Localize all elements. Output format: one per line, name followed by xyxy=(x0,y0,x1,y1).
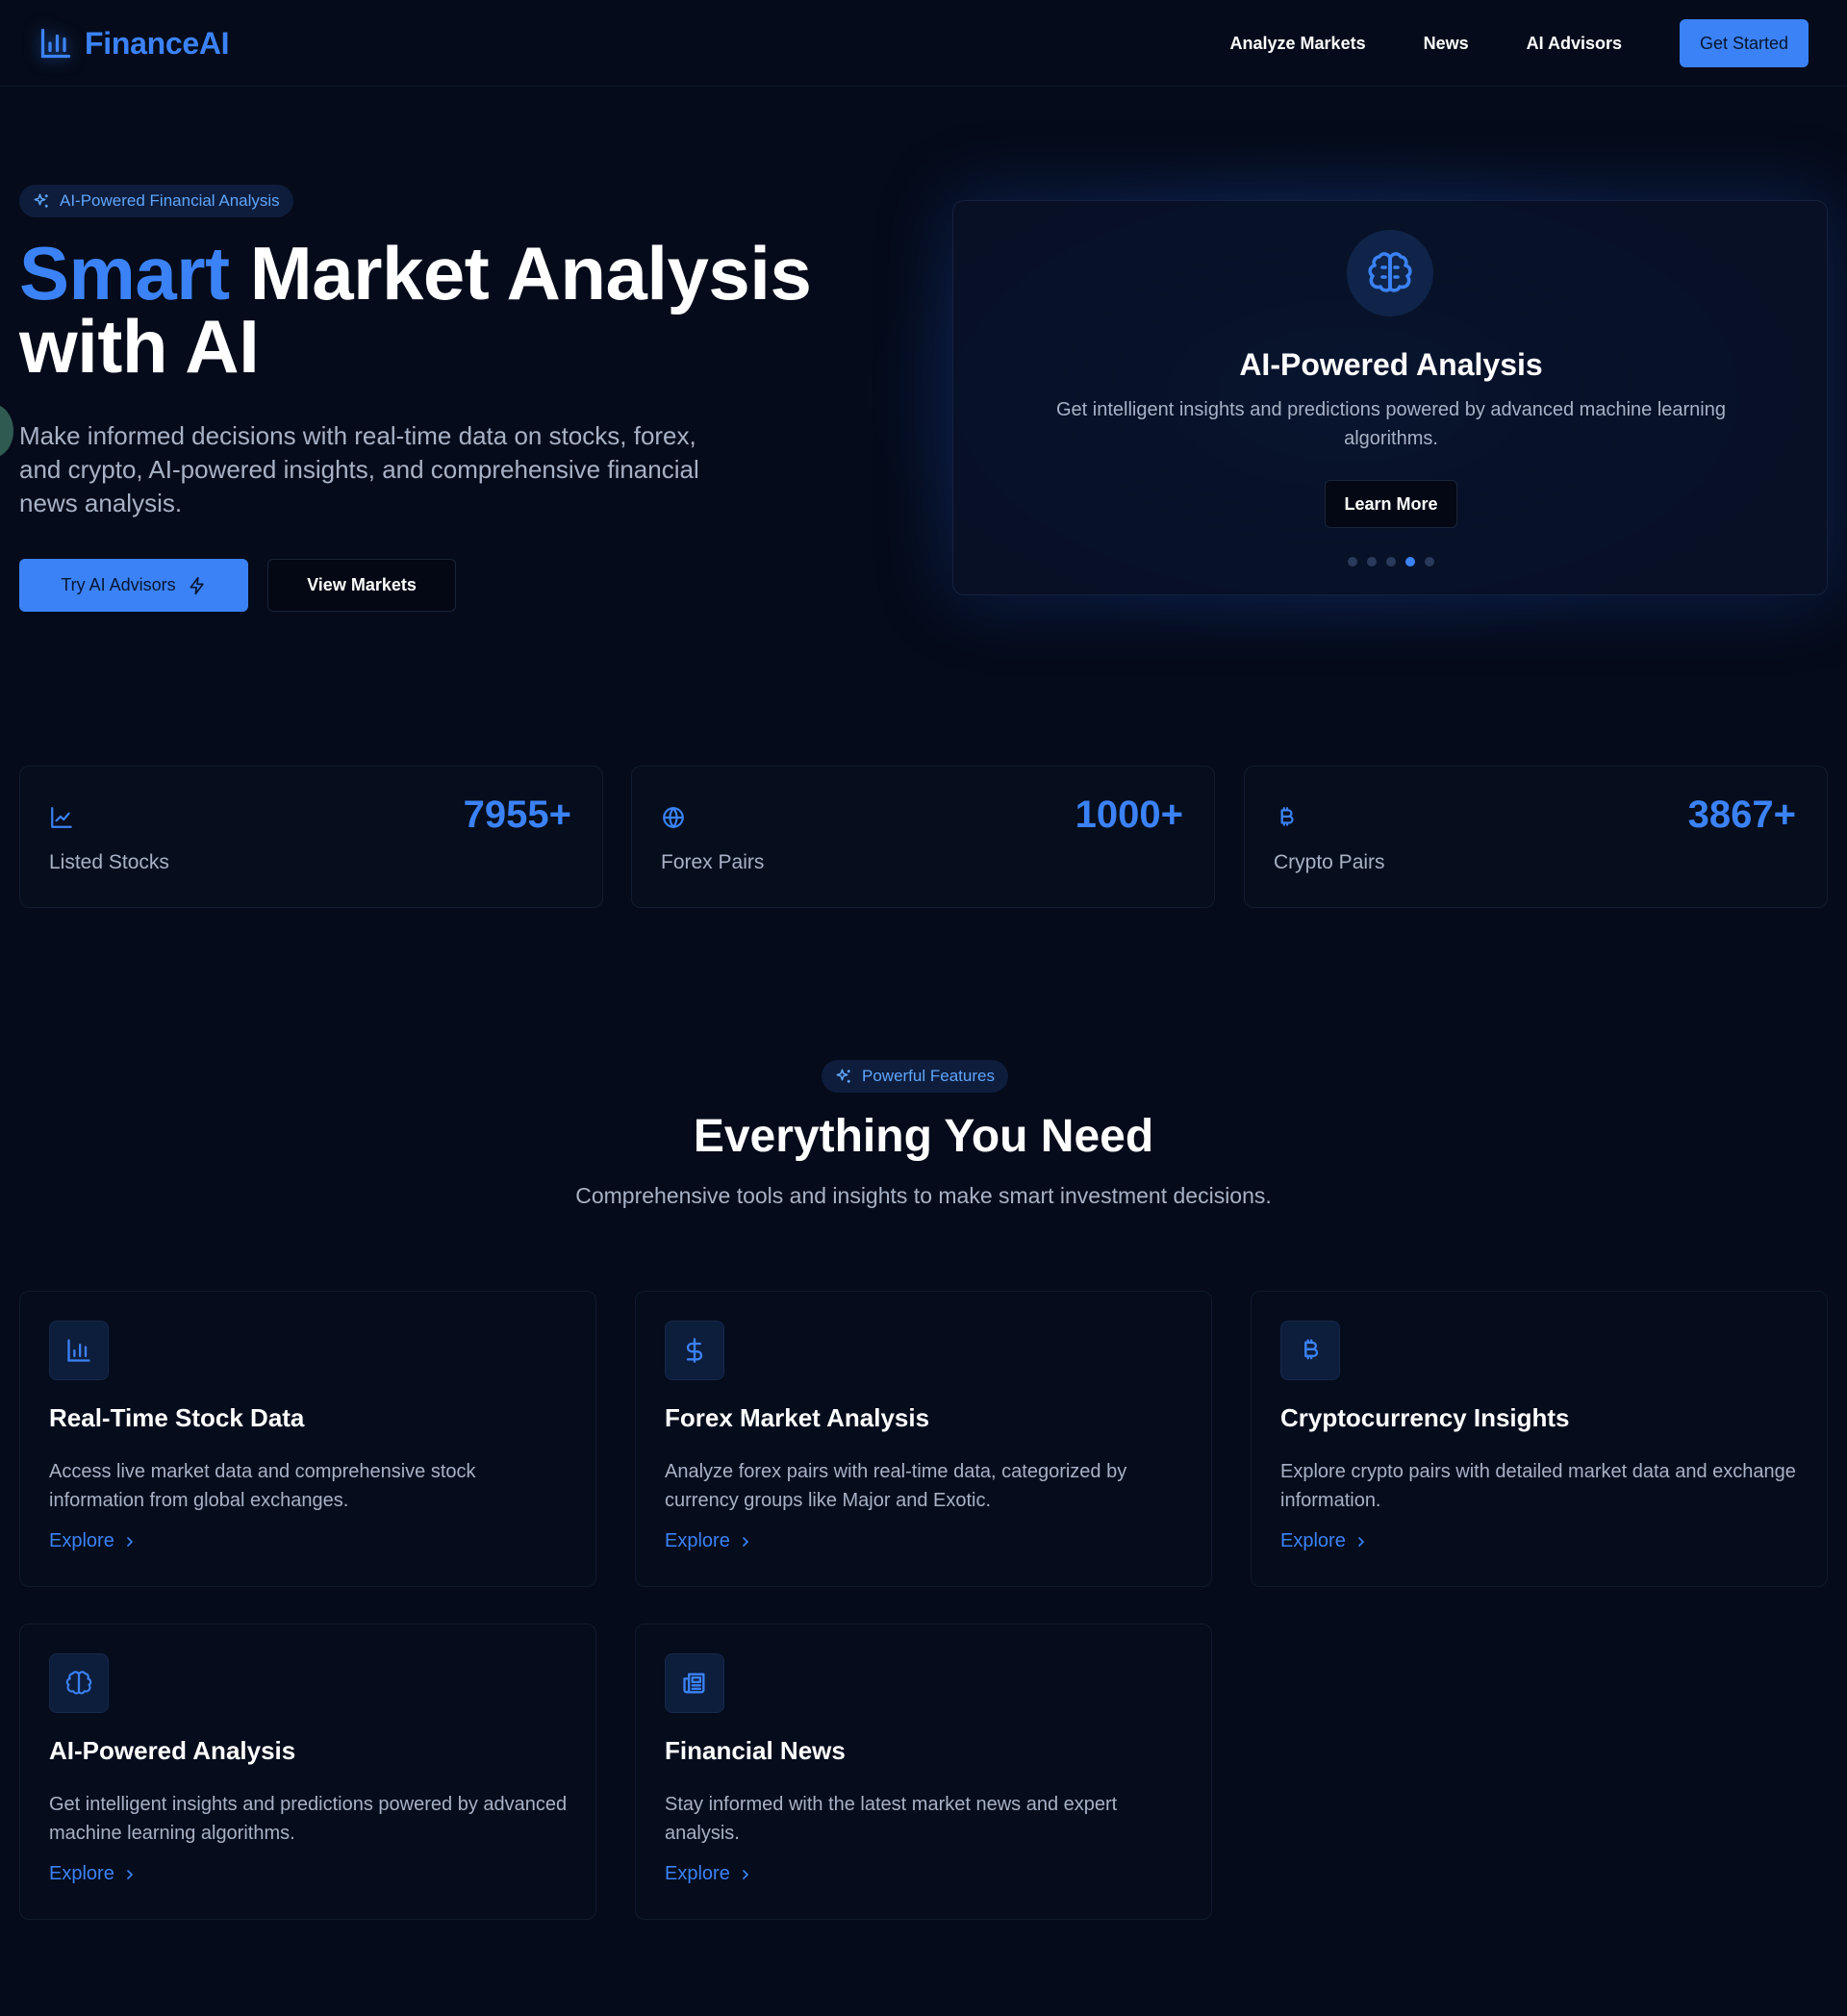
sparkles-icon xyxy=(836,1069,850,1083)
bar-chart-icon xyxy=(67,1339,90,1362)
feature-icon-wrap xyxy=(665,1653,724,1713)
chevron-right-icon xyxy=(126,1536,133,1547)
stat-card-stocks: 7955+ Listed Stocks xyxy=(19,766,603,908)
explore-label: Explore xyxy=(49,1530,114,1551)
explore-link[interactable]: Explore xyxy=(1280,1530,1369,1552)
feature-icon-wrap xyxy=(49,1321,109,1380)
feature-card-stocks: Real-Time Stock Data Access live market … xyxy=(19,1291,596,1587)
brain-icon xyxy=(65,1671,92,1695)
line-chart-icon xyxy=(51,807,72,828)
stat-label: Listed Stocks xyxy=(49,851,169,873)
feature-card-news: Financial News Stay informed with the la… xyxy=(635,1624,1212,1920)
decorative-orb xyxy=(0,404,13,458)
explore-label: Explore xyxy=(1280,1530,1346,1551)
explore-link[interactable]: Explore xyxy=(665,1863,753,1885)
carousel-dot[interactable] xyxy=(1348,557,1357,567)
stat-card-crypto: 3867+ Crypto Pairs xyxy=(1244,766,1828,908)
bitcoin-icon xyxy=(1280,807,1294,826)
explore-link[interactable]: Explore xyxy=(665,1530,753,1552)
features-subtitle: Comprehensive tools and insights to make… xyxy=(575,1183,1272,1208)
carousel-icon-wrap xyxy=(1347,230,1433,316)
stat-label: Forex Pairs xyxy=(661,851,765,873)
bitcoin-icon xyxy=(1304,1339,1319,1360)
feature-description: Stay informed with the latest market new… xyxy=(665,1794,1118,1844)
chevron-right-icon xyxy=(742,1869,748,1879)
feature-card-crypto: Cryptocurrency Insights Explore crypto p… xyxy=(1251,1291,1828,1587)
nav-links: Analyze Markets News AI Advisors Get Sta… xyxy=(1230,19,1809,67)
explore-label: Explore xyxy=(665,1863,730,1884)
explore-link[interactable]: Explore xyxy=(49,1530,138,1552)
chevron-right-icon xyxy=(126,1869,133,1879)
feature-title: Cryptocurrency Insights xyxy=(1280,1403,1570,1432)
hero-title: Smart Market Analysis with AI xyxy=(19,236,885,384)
stat-value: 1000+ xyxy=(1075,794,1183,836)
stat-value: 3867+ xyxy=(1687,794,1796,836)
get-started-button[interactable]: Get Started xyxy=(1680,19,1809,67)
carousel-title: AI-Powered Analysis xyxy=(1239,347,1543,382)
hero-title-line2: with AI xyxy=(19,304,260,389)
carousel-dot[interactable] xyxy=(1367,557,1377,567)
carousel-dots xyxy=(953,557,1829,567)
features-badge-label: Powerful Features xyxy=(862,1067,995,1085)
carousel-dot-active[interactable] xyxy=(1405,557,1415,567)
stat-label: Crypto Pairs xyxy=(1274,851,1385,873)
nav-link-ai-advisors[interactable]: AI Advisors xyxy=(1527,34,1622,54)
feature-card-ai-analysis: AI-Powered Analysis Get intelligent insi… xyxy=(19,1624,596,1920)
hero-badge-label: AI-Powered Financial Analysis xyxy=(60,191,280,210)
try-ai-advisors-button[interactable]: Try AI Advisors xyxy=(19,559,248,612)
hero-title-line1: Market Analysis xyxy=(229,231,812,315)
feature-icon-wrap xyxy=(49,1653,109,1713)
explore-link[interactable]: Explore xyxy=(49,1863,138,1885)
bar-chart-icon xyxy=(40,28,71,59)
explore-label: Explore xyxy=(665,1530,730,1551)
newspaper-icon xyxy=(683,1673,705,1694)
brain-icon xyxy=(1368,252,1412,292)
features-badge: Powerful Features xyxy=(822,1060,1008,1093)
hero-badge: AI-Powered Financial Analysis xyxy=(19,185,293,217)
dollar-icon xyxy=(686,1338,703,1363)
feature-description: Get intelligent insights and predictions… xyxy=(49,1794,568,1844)
nav-link-analyze-markets[interactable]: Analyze Markets xyxy=(1230,34,1366,54)
chevron-right-icon xyxy=(742,1536,748,1547)
feature-card-forex: Forex Market Analysis Analyze forex pair… xyxy=(635,1291,1212,1587)
sparkles-icon xyxy=(34,193,48,208)
brand-name: FinanceAI xyxy=(85,25,230,61)
feature-description: Explore crypto pairs with detailed marke… xyxy=(1280,1461,1796,1511)
carousel-dot[interactable] xyxy=(1386,557,1396,567)
chevron-right-icon xyxy=(1357,1536,1364,1547)
nav-link-news[interactable]: News xyxy=(1424,34,1469,54)
carousel-description: Get intelligent insights and predictions… xyxy=(1056,399,1726,449)
brand-logo[interactable]: FinanceAI xyxy=(38,23,230,63)
feature-title: Real-Time Stock Data xyxy=(49,1403,305,1432)
top-navbar: FinanceAI Analyze Markets News AI Adviso… xyxy=(0,0,1847,87)
stat-card-forex: 1000+ Forex Pairs xyxy=(631,766,1215,908)
learn-more-button[interactable]: Learn More xyxy=(1325,480,1457,528)
globe-icon xyxy=(663,806,684,829)
feature-icon-wrap xyxy=(1280,1321,1340,1380)
feature-carousel: AI-Powered Analysis Get intelligent insi… xyxy=(952,200,1828,595)
lightning-icon xyxy=(190,576,204,594)
feature-title: Forex Market Analysis xyxy=(665,1403,930,1432)
explore-label: Explore xyxy=(49,1863,114,1884)
feature-description: Analyze forex pairs with real-time data,… xyxy=(665,1461,1127,1511)
feature-icon-wrap xyxy=(665,1321,724,1380)
features-title: Everything You Need xyxy=(693,1111,1154,1162)
try-ai-advisors-label: Try AI Advisors xyxy=(61,575,176,594)
view-markets-button[interactable]: View Markets xyxy=(267,559,456,612)
feature-description: Access live market data and comprehensiv… xyxy=(49,1461,476,1511)
hero-title-accent: Smart xyxy=(19,231,230,315)
feature-title: AI-Powered Analysis xyxy=(49,1736,296,1765)
feature-title: Financial News xyxy=(665,1736,846,1765)
stat-value: 7955+ xyxy=(463,794,571,836)
hero-description: Make informed decisions with real-time d… xyxy=(19,421,699,517)
carousel-dot[interactable] xyxy=(1425,557,1434,567)
